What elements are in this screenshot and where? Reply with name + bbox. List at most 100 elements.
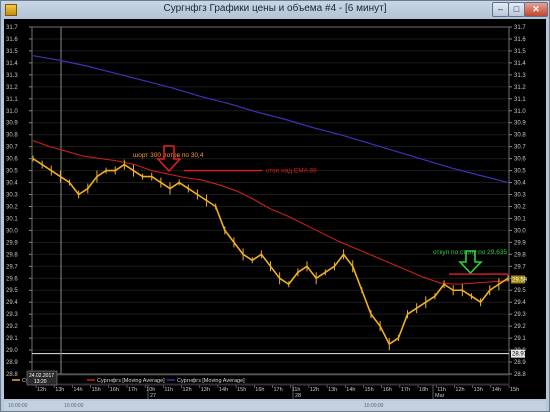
plot-frame bbox=[31, 26, 510, 375]
time-label: 16h bbox=[383, 387, 392, 393]
y-tick-label-left: 29.6 bbox=[6, 276, 18, 282]
y-tick-label-right: 30.2 bbox=[514, 204, 526, 210]
y-tick-label-right: 30.9 bbox=[514, 121, 526, 127]
title-bar[interactable]: Сургнфгз Графики цены и объема #4 - [6 м… bbox=[1, 1, 549, 19]
y-tick-label-left: 30.1 bbox=[6, 216, 18, 222]
y-tick-label-left: 28.9 bbox=[6, 360, 18, 366]
time-label: 14h bbox=[492, 387, 501, 393]
y-tick-label-left: 31.1 bbox=[6, 97, 18, 103]
time-label: 17h bbox=[401, 387, 410, 393]
y-tick-label-left: 29.0 bbox=[6, 348, 18, 354]
time-label: 12h bbox=[310, 387, 319, 393]
status-bar: 10:00:00 10:00:00 10:00:00 bbox=[4, 401, 546, 411]
time-label: 14h bbox=[219, 387, 228, 393]
time-label: 17h bbox=[128, 387, 137, 393]
y-tick-label-left: 30.6 bbox=[6, 157, 18, 163]
close-button[interactable]: ✕ bbox=[524, 2, 548, 17]
status-left: 10:00:00 bbox=[8, 403, 28, 409]
time-label: 13h bbox=[55, 387, 64, 393]
y-tick-label-left: 29.7 bbox=[6, 264, 18, 270]
buy-annotation: откуп по стопу по 29,635 bbox=[433, 249, 507, 256]
y-tick-label-left: 31.3 bbox=[6, 73, 18, 79]
y-tick-label-left: 31.4 bbox=[6, 61, 18, 67]
legend-item: Сургнфгз [Moving Average] bbox=[177, 378, 245, 384]
y-tick-label-left: 31.7 bbox=[6, 25, 18, 31]
y-tick-label-left: 30.8 bbox=[6, 133, 18, 139]
time-label: 17h bbox=[274, 387, 283, 393]
time-label: 16h bbox=[255, 387, 264, 393]
chart-area[interactable]: 31.7 31.7 31.6 31.6 31.5 31.5 31.4 31.4 31.3 31.3… bbox=[4, 19, 546, 399]
y-tick-label-right: 30.4 bbox=[514, 181, 526, 187]
y-tick-label-left: 30.5 bbox=[6, 169, 18, 175]
date-label: 27 bbox=[150, 393, 156, 399]
y-tick-label-left: 31.0 bbox=[6, 109, 18, 115]
y-tick-label-right: 30.7 bbox=[514, 145, 526, 151]
time-label: 12h bbox=[37, 387, 46, 393]
y-tick-label-right: 31.2 bbox=[514, 85, 526, 91]
time-label: 13h bbox=[474, 387, 483, 393]
y-tick-label-right: 31.7 bbox=[514, 25, 526, 31]
y-tick-label-right: 31.6 bbox=[514, 37, 526, 43]
y-tick-label-right: 29.8 bbox=[514, 252, 526, 258]
date-label: 28 bbox=[295, 393, 301, 399]
y-tick-label-left: 29.3 bbox=[6, 312, 18, 318]
y-tick-label-right: 31.4 bbox=[514, 61, 526, 67]
time-label: 16h bbox=[110, 387, 119, 393]
y-tick-label-right: 28.9 bbox=[514, 360, 526, 366]
time-label: 18h bbox=[419, 387, 428, 393]
time-label: 11h bbox=[164, 387, 173, 393]
y-tick-label-left: 31.5 bbox=[6, 49, 18, 55]
cursor-time: 13:20 bbox=[34, 379, 47, 385]
time-label: 14h bbox=[73, 387, 82, 393]
y-tick-label-right: 31.3 bbox=[514, 73, 526, 79]
y-tick-label-right: 29.9 bbox=[514, 240, 526, 246]
time-label: 15h bbox=[510, 387, 519, 393]
y-tick-label-right: 29.5 bbox=[514, 288, 526, 294]
time-label: 12h bbox=[455, 387, 464, 393]
y-tick-label-left: 29.9 bbox=[6, 240, 18, 246]
status-right: 10:00:00 bbox=[364, 403, 384, 409]
y-tick-label-right: 29.7 bbox=[514, 264, 526, 270]
price-chart[interactable]: 31.7 31.7 31.6 31.6 31.5 31.5 31.4 31.4 31.3 31.3… bbox=[4, 19, 546, 399]
short-annotation: шорт 300 лотов по 30,4 bbox=[133, 152, 204, 159]
y-tick-label-left: 30.3 bbox=[6, 193, 18, 199]
y-tick-label-right: 30.3 bbox=[514, 193, 526, 199]
y-tick-label-left: 29.8 bbox=[6, 252, 18, 258]
time-label: 13h bbox=[328, 387, 337, 393]
y-tick-label-left: 28.8 bbox=[6, 372, 18, 378]
y-tick-label-left: 30.2 bbox=[6, 204, 18, 210]
y-tick-label-left: 29.5 bbox=[6, 288, 18, 294]
y-tick-label-left: 30.9 bbox=[6, 121, 18, 127]
y-tick-label-right: 30.1 bbox=[514, 216, 526, 222]
y-tick-label-left: 29.4 bbox=[6, 300, 18, 306]
y-tick-label-right: 30.8 bbox=[514, 133, 526, 139]
chart-window: Сургнфгз Графики цены и объема #4 - [6 м… bbox=[0, 0, 550, 412]
y-tick-label-right: 31.5 bbox=[514, 49, 526, 55]
maximize-button[interactable]: □ bbox=[508, 2, 525, 17]
date-label: Mar bbox=[435, 393, 445, 399]
low-price-tag-label: 28.97 bbox=[512, 352, 528, 358]
current-price-tag-label: 29.59 bbox=[512, 277, 528, 283]
minimize-button[interactable]: – bbox=[492, 2, 509, 17]
y-tick-label-left: 29.1 bbox=[6, 336, 18, 342]
legend-item: Сургнфгз [Moving Average] bbox=[97, 378, 165, 384]
window-title: Сургнфгз Графики цены и объема #4 - [6 м… bbox=[163, 3, 387, 14]
y-tick-label-right: 29.2 bbox=[514, 324, 526, 330]
y-tick-label-right: 29.3 bbox=[514, 312, 526, 318]
y-tick-label-left: 31.2 bbox=[6, 85, 18, 91]
stop-annotation: стоп над EMA 89 bbox=[266, 168, 317, 175]
y-tick-label-left: 30.0 bbox=[6, 228, 18, 234]
y-tick-label-left: 31.6 bbox=[6, 37, 18, 43]
time-label: 13h bbox=[201, 387, 210, 393]
time-label: 15h bbox=[364, 387, 373, 393]
y-tick-label-right: 30.0 bbox=[514, 228, 526, 234]
y-tick-label-right: 28.8 bbox=[514, 372, 526, 378]
time-label: 15h bbox=[92, 387, 101, 393]
time-label: 14h bbox=[346, 387, 355, 393]
time-label: 12h bbox=[183, 387, 192, 393]
y-tick-label-right: 30.5 bbox=[514, 169, 526, 175]
y-tick-label-right: 29.4 bbox=[514, 300, 526, 306]
y-tick-label-left: 30.7 bbox=[6, 145, 18, 151]
y-tick-label-right: 30.6 bbox=[514, 157, 526, 163]
y-tick-label-right: 29.1 bbox=[514, 336, 526, 342]
